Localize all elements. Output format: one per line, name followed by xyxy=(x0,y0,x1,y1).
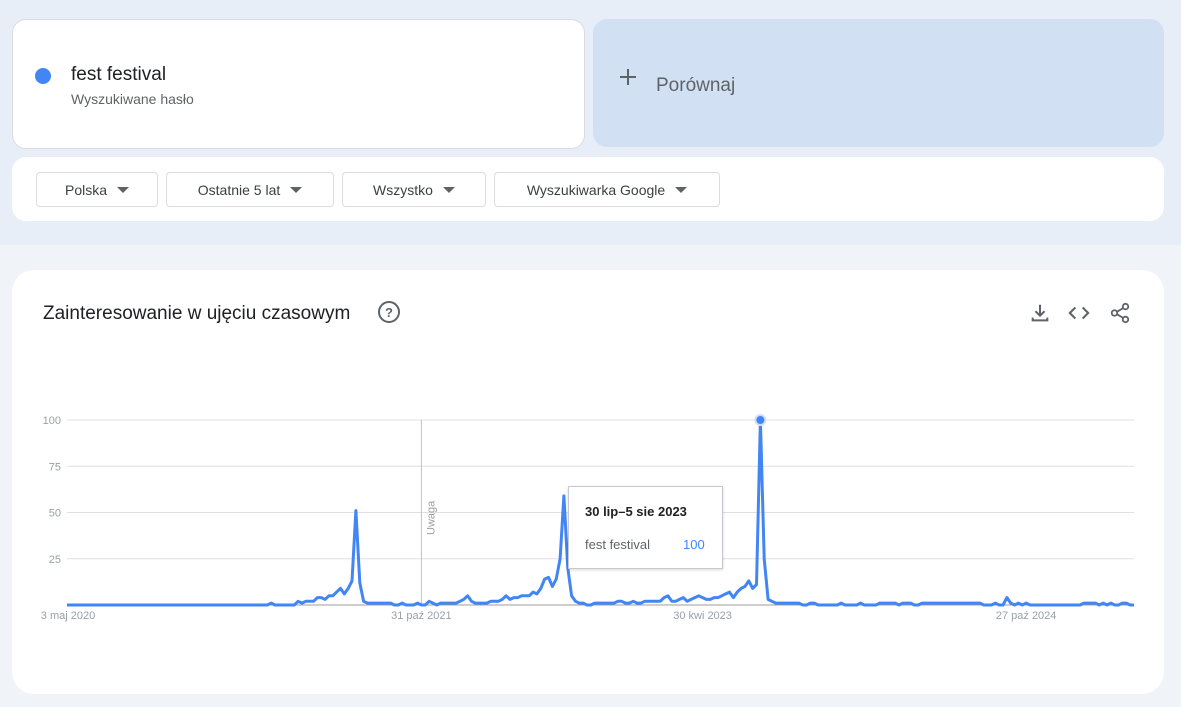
annotation-label: Uwaga xyxy=(425,500,437,535)
y-tick-label: 100 xyxy=(43,415,61,427)
interest-over-time-panel: Zainteresowanie w ujęciu czasowym ? 100 7… xyxy=(12,270,1164,694)
x-tick-label: 27 paź 2024 xyxy=(996,610,1057,622)
filter-region[interactable]: Polska xyxy=(36,172,158,207)
filter-bar: Polska Ostatnie 5 lat Wszystko Wyszukiwa… xyxy=(12,157,1164,221)
filter-region-label: Polska xyxy=(64,181,108,198)
x-tick-label: 3 maj 2020 xyxy=(41,610,95,622)
y-tick-label: 75 xyxy=(49,461,61,473)
filter-search-type[interactable]: Wyszukiwarka Google xyxy=(494,172,720,207)
compare-label: Porównaj xyxy=(656,75,736,96)
search-term-type: Wyszukiwane hasło xyxy=(71,91,194,107)
series-color-dot xyxy=(35,68,51,84)
filter-category[interactable]: Wszystko xyxy=(342,172,486,207)
tooltip-term: fest festival xyxy=(585,537,651,552)
filter-category-label: Wszystko xyxy=(373,181,433,198)
tooltip-date: 30 lip–5 sie 2023 xyxy=(585,504,687,519)
highlighted-point xyxy=(754,414,767,426)
tooltip-value: 100 xyxy=(683,537,705,552)
caret-down-icon xyxy=(442,186,455,193)
y-tick-label: 25 xyxy=(49,554,61,566)
compare-button[interactable]: Porównaj xyxy=(593,19,1164,147)
filter-time-range-label: Ostatnie 5 lat xyxy=(197,181,281,198)
y-tick-label: 50 xyxy=(49,508,61,520)
chart-tooltip: 30 lip–5 sie 2023 fest festival 100 xyxy=(568,486,723,569)
caret-down-icon xyxy=(290,186,303,193)
plus-icon xyxy=(620,69,636,85)
interest-line-chart[interactable]: 100 75 50 25 Uwaga 3 maj 2020 31 paź 2021 30 kw… xyxy=(12,270,1164,694)
caret-down-icon xyxy=(117,186,130,193)
filter-time-range[interactable]: Ostatnie 5 lat xyxy=(166,172,334,207)
filter-search-type-label: Wyszukiwarka Google xyxy=(526,181,666,198)
x-tick-label: 30 kwi 2023 xyxy=(673,610,732,622)
x-tick-label: 31 paź 2021 xyxy=(391,610,452,622)
caret-down-icon xyxy=(675,186,688,193)
search-term-card[interactable]: fest festival Wyszukiwane hasło xyxy=(12,19,585,149)
search-term-name[interactable]: fest festival xyxy=(71,64,166,86)
